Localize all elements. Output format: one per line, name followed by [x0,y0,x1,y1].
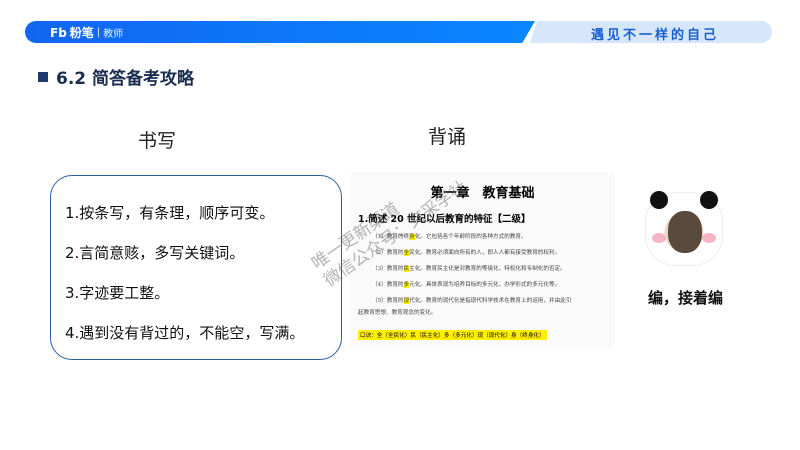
feature-item-pre: （2）教育的 [372,250,404,256]
slogan: 遇见不一样的自己 [590,28,719,43]
chapter-title: 第一章 教育基础 [430,186,535,201]
feature-item: （5）教育的现代化。教育的现代化是指现代科学技术在教育上的运用，并由此引 [372,296,607,304]
column-heading-writing: 书写 [138,130,177,152]
meme-caption: 编，接着编 [648,289,724,307]
continuation-line: 起教育思想、教育观念的变化。 [358,310,437,316]
feature-item-pre: （3）教育的 [372,266,404,272]
logo: Fb 粉笔 | 教师 [50,24,123,41]
feature-item: （4）教育的多元化。具体表现为培养目标的多元化、办学形式的多元化等。 [372,280,607,288]
feature-item-post: 民化。教育必须面向所有的人，即人人都有接受教育的权利。 [409,250,561,256]
slide-title: 6.2 简答备考攻略 [38,64,194,89]
panda-face [668,211,702,253]
slide-title-text: 6.2 简答备考攻略 [56,69,195,89]
feature-item-pre: （1）教育的终 [372,234,410,240]
textbook-excerpt: 第一章 教育基础 1.简述 20 世纪以后教育的特征【二级】 （1）教育的终身化… [350,172,615,349]
panda-ear-right [700,191,718,209]
writing-tip: 1.按条写，有条理，顺序可变。 [65,204,275,222]
logo-divider: | [96,27,101,38]
writing-tip: 4.遇到没有背过的，不能空，写满。 [65,324,305,342]
feature-item: （2）教育的全民化。教育必须面向所有的人，即人人都有接受教育的权利。 [372,248,607,256]
feature-item-pre: （4）教育的 [372,282,404,288]
logo-brand: 粉笔 [69,26,94,40]
blush-left [652,233,666,243]
logo-sub: 教师 [103,29,124,40]
feature-item-post: 主化。教育民主化是对教育的等级化、特权化和专制化的否定。 [409,266,566,272]
panda-meme-image [645,191,723,266]
question-title: 1.简述 20 世纪以后教育的特征【二级】 [358,214,531,225]
title-bullet-icon [38,71,48,82]
feature-item-pre: （5）教育的 [372,298,404,304]
feature-item-post: 元化。具体表现为培养目标的多元化、办学形式的多元化等。 [409,282,561,288]
mnemonic: 口诀：全（全民化）民（民主化）多（多元化）现（现代化）身（终身化） [358,330,547,340]
feature-item-post: 代化。教育的现代化是指现代科学技术在教育上的运用，并由此引 [409,298,572,304]
writing-tips-box: 1.按条写，有条理，顺序可变。 2.言简意赅，多写关键词。 3.字迹要工整。 4… [50,175,342,360]
panda-ear-left [650,191,668,209]
writing-tip: 3.字迹要工整。 [65,284,170,302]
logo-mark: Fb [50,25,67,40]
feature-item-post: 化。它包括各个年龄阶段的各种方式的教育。 [414,234,527,240]
writing-tip: 2.言简意赅，多写关键词。 [65,244,245,262]
blush-right [702,233,716,243]
column-heading-recite: 背诵 [428,126,467,148]
feature-item: （1）教育的终身化。它包括各个年龄阶段的各种方式的教育。 [372,232,607,240]
feature-item: （3）教育的民主化。教育民主化是对教育的等级化、特权化和专制化的否定。 [372,264,607,272]
